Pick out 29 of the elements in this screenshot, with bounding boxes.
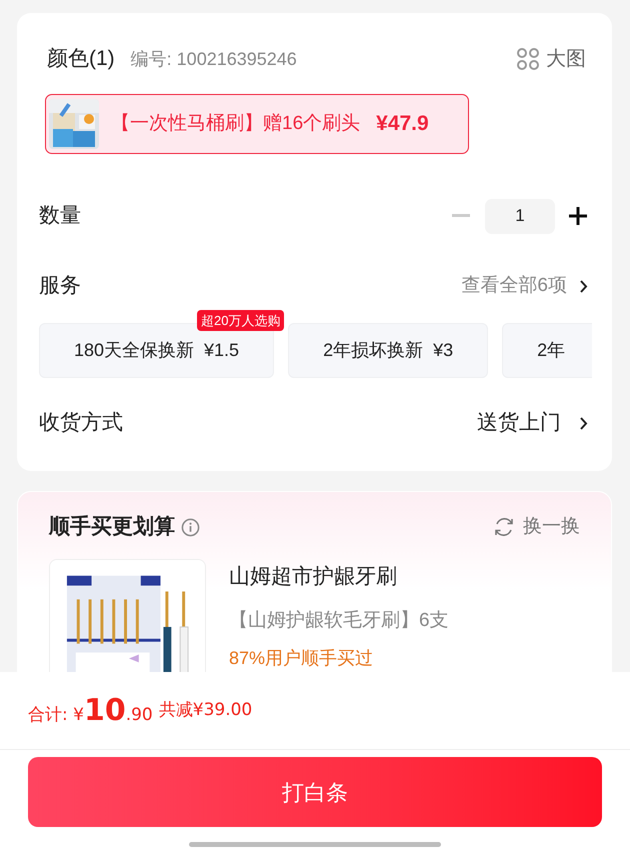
variant-chip[interactable]: 【一次性马桶刷】赠16个刷头 ¥47.9 <box>45 94 469 154</box>
delivery-label: 收货方式 <box>39 410 123 436</box>
discount-total: 共减¥39.00 <box>158 698 252 722</box>
service-label: 服务 <box>39 273 81 300</box>
variant-price: ¥47.9 <box>376 111 429 138</box>
item-number: 编号: 100216395246 <box>130 48 297 70</box>
info-icon[interactable] <box>181 518 200 536</box>
product-description: 【山姆护龈软毛牙刷】6支 <box>229 608 449 632</box>
grid-icon <box>516 47 540 71</box>
service-option[interactable]: 2年损坏换新 ¥3 <box>288 323 488 378</box>
quantity-field[interactable]: 1 <box>485 198 555 234</box>
total-price: 合计: ¥10.90 <box>28 692 153 730</box>
view-all-link[interactable]: 查看全部6项 <box>461 272 567 300</box>
delivery-value[interactable]: 送货上门 <box>477 407 561 439</box>
purchase-note: 87%用户顺手买过 <box>229 647 374 669</box>
pay-button[interactable]: 打白条 <box>28 757 602 827</box>
service-option[interactable]: 2年 <box>502 323 592 378</box>
quantity-label: 数量 <box>39 203 81 230</box>
plus-icon[interactable] <box>569 207 587 225</box>
spec-label: 颜色(1) <box>47 46 115 72</box>
chevron-right-icon <box>579 416 588 430</box>
popular-badge: 超20万人选购 <box>197 310 284 331</box>
variant-name: 【一次性马桶刷】赠16个刷头 <box>111 112 360 136</box>
refresh-button[interactable]: 换一换 <box>493 512 580 542</box>
addon-title: 顺手买更划算 <box>49 514 175 540</box>
refresh-icon <box>493 516 515 538</box>
product-name[interactable]: 山姆超市护龈牙刷 <box>229 561 449 592</box>
chevron-right-icon <box>579 278 588 294</box>
large-image-button[interactable]: 大图 <box>516 44 586 74</box>
